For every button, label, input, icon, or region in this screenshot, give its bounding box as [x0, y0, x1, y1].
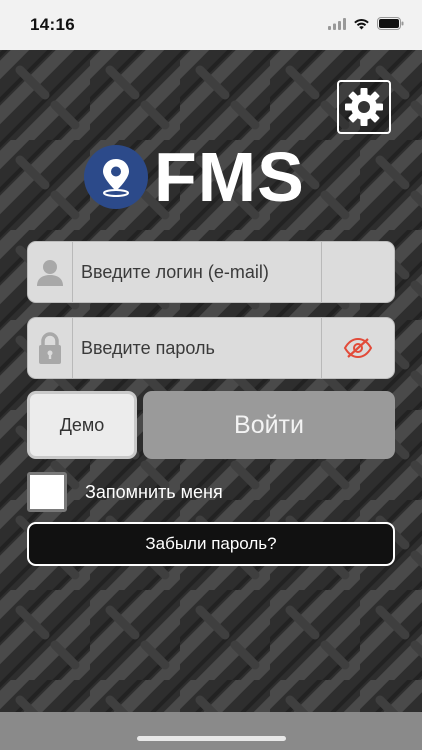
login-field-trailing [321, 242, 394, 302]
password-field-icon-box [28, 318, 73, 378]
home-bar [0, 712, 422, 750]
user-icon [37, 260, 63, 286]
signal-icon [328, 17, 346, 30]
remember-me-label: Запомнить меня [85, 481, 223, 502]
login-button[interactable]: Войти [143, 391, 395, 459]
settings-button[interactable] [337, 80, 391, 134]
wifi-icon [354, 18, 369, 29]
eye-slash-icon [343, 337, 373, 359]
login-screen: 14:16 FMS Введите логин (e-mail) Демо Во… [0, 0, 422, 750]
logo-text: FMS [154, 138, 305, 216]
password-input[interactable] [73, 337, 321, 359]
map-pin-icon [103, 159, 129, 197]
home-indicator[interactable] [137, 736, 286, 741]
remember-me-checkbox[interactable] [27, 472, 67, 512]
password-field [27, 317, 395, 379]
status-time: 14:16 [30, 15, 75, 34]
status-icons [328, 17, 404, 30]
gear-icon [345, 88, 383, 126]
password-visibility-toggle[interactable] [321, 318, 394, 378]
lock-icon [39, 332, 61, 364]
remember-me: Запомнить меня [27, 472, 223, 512]
logo-badge [84, 145, 148, 209]
status-bar: 14:16 [0, 0, 422, 50]
app-logo: FMS [84, 142, 305, 212]
login-input[interactable] [73, 261, 321, 283]
login-field-icon-box [28, 242, 73, 302]
login-field [27, 241, 395, 303]
battery-icon [377, 17, 404, 30]
demo-button[interactable]: Демо [27, 391, 137, 459]
forgot-password-button[interactable]: Забыли пароль? [27, 522, 395, 566]
